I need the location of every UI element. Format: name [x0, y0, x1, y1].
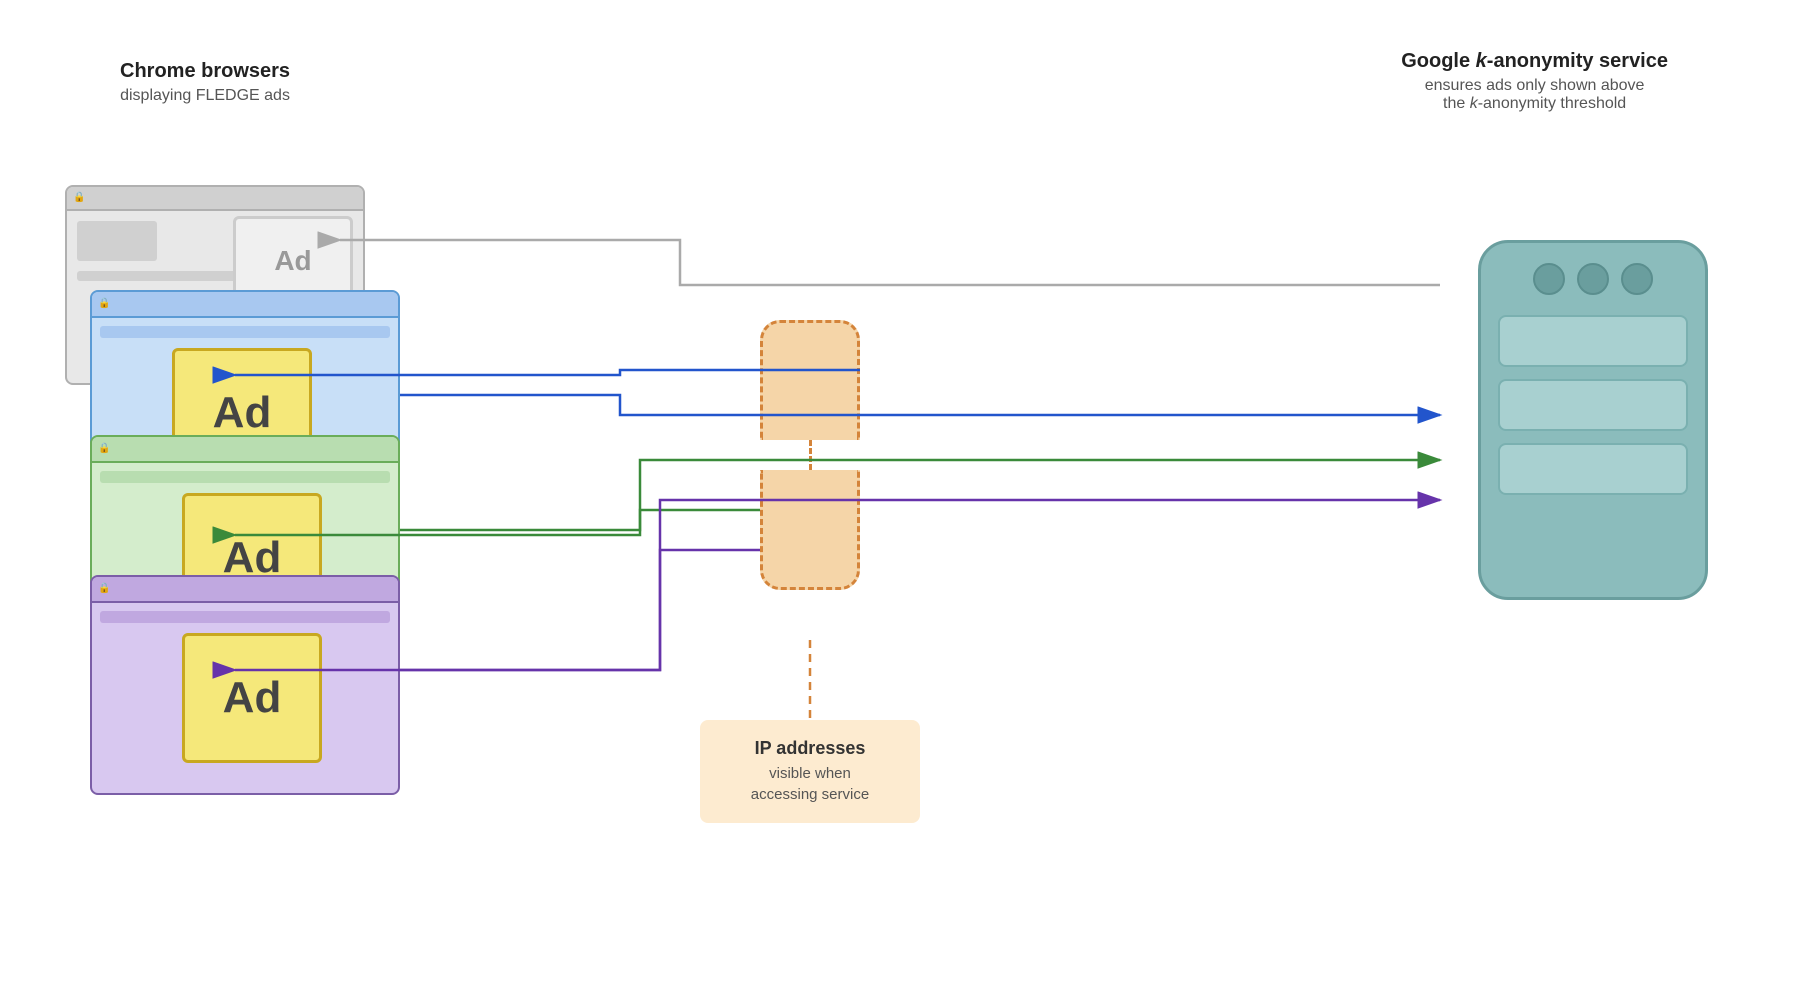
blue-nav-bar: [100, 326, 390, 338]
blue-browser-titlebar: 🔒: [92, 292, 398, 318]
purple-nav-bar: [100, 611, 390, 623]
purple-browser-content: Ad: [92, 603, 398, 793]
lock-icon-purple: 🔒: [98, 583, 108, 595]
arrow-blue-out: [400, 395, 1440, 415]
service-title: Google k-anonymity service: [1401, 50, 1668, 73]
proxy-top: [760, 320, 860, 440]
ad-box-purple: Ad: [182, 633, 322, 763]
header-left: Chrome browsers displaying FLEDGE ads: [120, 60, 290, 105]
server-dot-3: [1621, 263, 1653, 295]
arrow-green-out: [400, 460, 1440, 530]
ip-note: IP addresses visible whenaccessing servi…: [700, 720, 920, 823]
ip-note-title: IP addresses: [720, 738, 900, 759]
gray-inner-box-1: [77, 221, 157, 261]
server-dot-1: [1533, 263, 1565, 295]
server-slot-3: [1498, 443, 1688, 495]
purple-browser-titlebar: 🔒: [92, 577, 398, 603]
purple-browser: 🔒 Ad: [90, 575, 400, 795]
server-dot-2: [1577, 263, 1609, 295]
green-nav-bar: [100, 471, 390, 483]
green-browser-titlebar: 🔒: [92, 437, 398, 463]
chrome-browsers-title: Chrome browsers: [120, 60, 290, 83]
service-subtitle: ensures ads only shown abovethe k-anonym…: [1401, 77, 1668, 113]
server: [1478, 240, 1708, 600]
proxy-gap: [809, 440, 812, 470]
lock-icon: 🔒: [73, 192, 83, 204]
proxy-bottom: [760, 470, 860, 590]
arrow-gray-return: [340, 240, 1440, 285]
gray-browser-titlebar: 🔒: [67, 187, 363, 211]
server-dots: [1533, 263, 1653, 295]
ip-note-subtitle: visible whenaccessing service: [720, 763, 900, 805]
server-slot-2: [1498, 379, 1688, 431]
lock-icon-green: 🔒: [98, 443, 108, 455]
lock-icon-blue: 🔒: [98, 298, 108, 310]
proxy-blob: [760, 320, 860, 610]
server-slot-1: [1498, 315, 1688, 367]
arrow-purple-out: [400, 500, 1440, 670]
chrome-browsers-subtitle: displaying FLEDGE ads: [120, 87, 290, 105]
header-right: Google k-anonymity service ensures ads o…: [1401, 50, 1668, 113]
